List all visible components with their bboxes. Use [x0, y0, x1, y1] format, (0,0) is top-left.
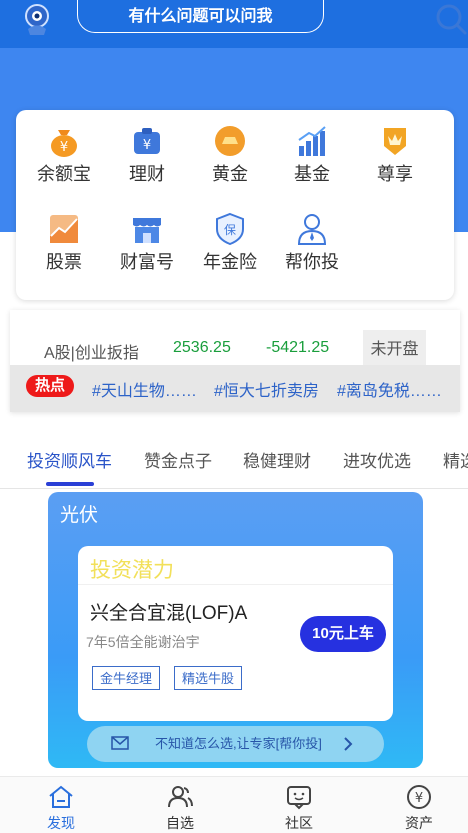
avatar-icon[interactable]: [20, 2, 54, 36]
hot-tag-link[interactable]: #恒大七折卖房: [214, 377, 326, 401]
svg-text:¥: ¥: [60, 140, 68, 155]
nav-community[interactable]: 社区: [264, 779, 334, 833]
search-input[interactable]: 有什么问题可以问我: [77, 0, 324, 33]
grid-item-label: 余额宝: [37, 164, 91, 184]
chart-bars-icon: [298, 126, 326, 156]
mail-icon: [111, 736, 129, 750]
recommend-panel: 光伏 投资潜力 兴全合宜混(LOF)A 7年5倍全能谢治宇 10元上车 金牛经理…: [48, 492, 423, 768]
grid-item-annuity[interactable]: 保 年金险: [195, 212, 265, 282]
nav-label: 自选: [166, 815, 194, 831]
active-tab-indicator: [46, 482, 94, 486]
grid-item-gold[interactable]: 黄金: [195, 124, 265, 194]
fund-tag: 投资潜力: [90, 559, 174, 582]
nav-discover[interactable]: 发现: [26, 779, 96, 833]
svg-text:¥: ¥: [143, 138, 151, 153]
tab-ideas[interactable]: 赞金点子: [144, 447, 212, 472]
index-name: A股|创业扳指: [44, 345, 139, 362]
money-bag-icon: ¥: [51, 130, 77, 157]
advisor-prompt-button[interactable]: 不知道怎么选,让专家[帮你投]: [87, 726, 384, 762]
svg-text:保: 保: [224, 223, 236, 237]
tab-invest[interactable]: 投资顺风车: [27, 447, 112, 472]
grid-item-label: 理财: [129, 164, 165, 184]
people-icon: [168, 786, 193, 808]
grid-item-label: 基金: [294, 164, 330, 184]
home-icon: [49, 785, 73, 808]
hot-tag-link[interactable]: #天山生物……: [92, 377, 200, 401]
hot-badge: 热点: [26, 375, 74, 397]
grid-item-vip[interactable]: 尊享: [360, 124, 430, 194]
grid-item-label: 帮你投: [285, 252, 339, 272]
chevron-right-icon: [344, 737, 353, 751]
grid-item-label: 尊享: [377, 164, 413, 184]
index-value: 2536.25: [173, 339, 231, 356]
tab-aggressive[interactable]: 进攻优选: [343, 447, 411, 472]
grid-item-label: 股票: [46, 252, 82, 272]
grid-item-fund[interactable]: 基金: [277, 124, 347, 194]
hot-tag-link[interactable]: #离岛免税……: [337, 377, 447, 401]
category-tabs: 投资顺风车 赞金点子 稳健理财 进攻优选 精选: [0, 430, 468, 489]
yen-icon: ¥: [407, 785, 431, 809]
search-icon[interactable]: [434, 2, 468, 36]
nav-label: 社区: [285, 815, 313, 831]
tab-featured[interactable]: 精选: [443, 447, 468, 472]
store-icon: [133, 218, 161, 243]
advisor-icon: [297, 214, 327, 245]
shield-icon: 保: [216, 212, 244, 246]
market-card: A股|创业扳指 2536.25 -5421.25 未开盘 热点 #天山生物…… …: [10, 310, 460, 412]
stock-trend-icon: [50, 215, 78, 243]
gold-icon: [215, 126, 245, 156]
hot-topics-row: 热点 #天山生物…… #恒大七折卖房 #离岛免税……: [10, 365, 460, 412]
wallet-icon: ¥: [134, 128, 160, 154]
grid-item-yuebao[interactable]: ¥ 余额宝: [29, 124, 99, 194]
market-status-badge: 未开盘: [363, 330, 426, 365]
nav-watchlist[interactable]: 自选: [145, 779, 215, 833]
svg-text:¥: ¥: [415, 791, 423, 806]
nav-assets[interactable]: ¥ 资产: [384, 779, 454, 833]
grid-item-licai[interactable]: ¥ 理财: [112, 124, 182, 194]
fund-name: 兴全合宜混(LOF)A: [90, 603, 248, 624]
grid-item-label: 财富号: [120, 252, 174, 272]
index-change: -5421.25: [266, 339, 330, 356]
divider: [78, 584, 393, 585]
market-index-row[interactable]: A股|创业扳指 2536.25 -5421.25 未开盘: [10, 310, 460, 365]
advisor-prompt-text: 不知道怎么选,让专家[帮你投]: [155, 736, 322, 751]
grid-item-wealth[interactable]: 财富号: [112, 212, 182, 282]
service-grid: ¥ 余额宝 ¥ 理财 黄金 基金 尊享 股票 财富号 保 年金险 帮你投: [16, 110, 454, 300]
buy-button[interactable]: 10元上车: [300, 616, 386, 652]
fund-card[interactable]: 投资潜力 兴全合宜混(LOF)A 7年5倍全能谢治宇 10元上车 金牛经理 精选…: [78, 546, 393, 721]
tab-stable[interactable]: 稳健理财: [243, 447, 311, 472]
bottom-nav: 发现 自选 社区 ¥ 资产: [0, 776, 468, 833]
panel-title: 光伏: [60, 505, 99, 526]
grid-item-label: 黄金: [212, 164, 248, 184]
chat-icon: [287, 786, 311, 810]
grid-item-advisor[interactable]: 帮你投: [277, 212, 347, 282]
fund-chip: 金牛经理: [92, 666, 161, 690]
nav-label: 发现: [47, 815, 75, 831]
nav-label: 资产: [405, 815, 433, 831]
grid-item-stocks[interactable]: 股票: [29, 212, 99, 282]
fund-chip: 精选牛股: [174, 666, 243, 690]
grid-item-label: 年金险: [203, 252, 257, 272]
crown-badge-icon: [384, 128, 406, 155]
fund-description: 7年5倍全能谢治宇: [86, 634, 200, 650]
